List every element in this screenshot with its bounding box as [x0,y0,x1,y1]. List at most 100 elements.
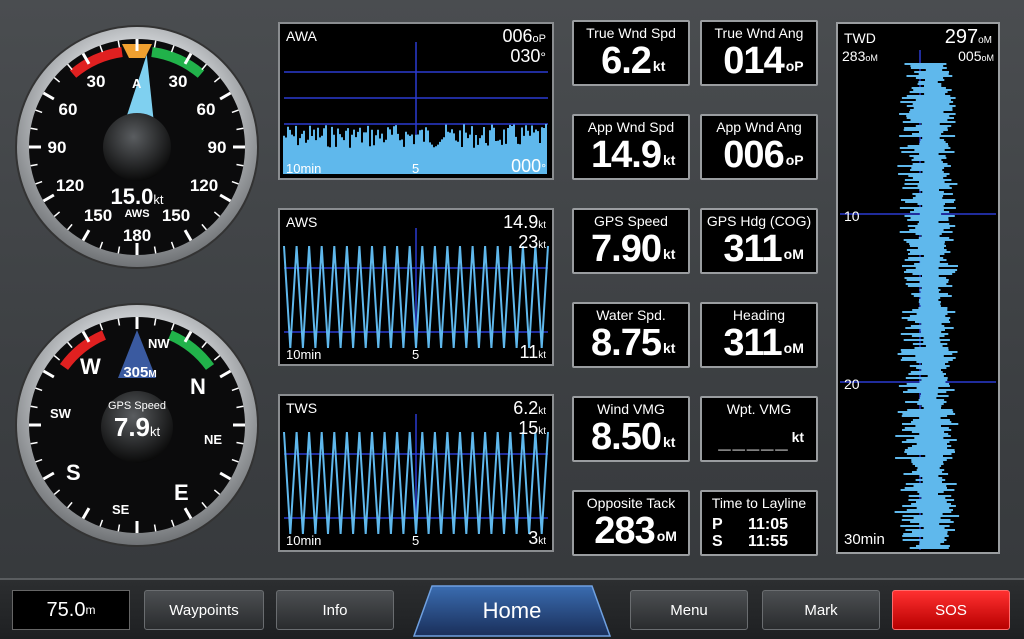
graph-min-number: 3 [528,528,539,548]
compass-south: S [66,460,81,485]
tile-unit: kt [662,340,676,356]
sos-button[interactable]: SOS [892,590,1010,630]
info-button[interactable]: Info [276,590,394,630]
graph-aws-plot [283,228,549,349]
compass-northwest: NW [148,336,170,351]
graph-aws[interactable]: AWS 14.9kt 23kt 10min 5 11kt [278,208,554,366]
tile-label: True Wnd Spd [586,25,676,41]
layline-starboard: S 11:55 [712,533,788,550]
tile-app-wind-speed[interactable]: App Wnd Spd 14.9 kt [572,114,690,180]
compass-gauge[interactable]: N E S W NE SE SW NW 305M GPS Speed 7.9kt [14,302,260,548]
twd-value: 297oM [945,26,992,49]
mark-button[interactable]: Mark [762,590,880,630]
wind-tick-left-120: 120 [55,176,85,195]
tile-value-number: 8.50 [591,416,662,458]
graph-value-current: 14.9kt [503,212,546,233]
graph-min-unit: kt [538,350,546,361]
compass-northeast: NE [204,432,223,447]
tile-value: 8.75 kt [574,322,688,365]
graph-title: AWS [286,214,318,230]
compass-west: W [80,354,101,379]
tile-label: Wpt. VMG [726,401,792,417]
tile-value: 006 oP [702,134,816,177]
wind-tick-right-90: 90 [207,138,227,157]
tile-gps-speed[interactable]: GPS Speed 7.90 kt [572,208,690,274]
twd-range-right: 005oM [958,48,994,64]
twd-left-unit: oM [865,53,878,63]
tile-waypoint-vmg[interactable]: Wpt. VMG _____ kt [700,396,818,462]
graph-range-number: 23 [518,232,539,252]
depth-unit: m [85,603,96,617]
tile-true-wind-speed[interactable]: True Wnd Spd 6.2 kt [572,20,690,86]
twd-range-left: 283oM [842,48,878,64]
tile-value-number: 6.2 [601,40,652,82]
tile-value-number: 283 [594,510,655,552]
twd-right-unit: oM [981,53,994,63]
tile-value-number: 7.90 [591,228,662,270]
wind-speed-readout: 15.0kt [92,184,182,210]
tile-value-number: 014 [723,40,784,82]
graph-value-unit: oP [532,33,546,45]
graph-time-mid: 5 [412,161,420,176]
tile-value: 7.90 kt [574,228,688,271]
compass-speed-readout: 7.9kt [97,412,177,443]
graph-min-unit: kt [538,536,546,547]
home-button[interactable]: Home [412,584,612,638]
depth-readout[interactable]: 75.0 m [12,590,130,630]
graph-range-unit: ° [540,49,546,65]
graph-min-number: 11 [519,342,539,362]
graph-awa[interactable]: AWA 006oP 030° 10min 5 000° [278,22,554,180]
twd-mark-10: 10 [844,208,860,224]
instrument-panel: 30 60 90 120 150 30 60 90 120 150 180 A … [0,0,1024,578]
compass-speed-label: GPS Speed [107,400,167,412]
home-button-label: Home [482,598,542,623]
graph-value-range: 23kt [518,232,546,253]
wind-tick-left-90: 90 [47,138,67,157]
graph-tws[interactable]: TWS 6.2kt 15kt 10min 5 3kt [278,394,554,552]
graph-value-unit: kt [538,406,546,417]
tile-unit: kt [662,434,676,450]
tile-heading[interactable]: Heading 311 oM [700,302,818,368]
waypoints-button[interactable]: Waypoints [144,590,264,630]
tile-water-speed[interactable]: Water Spd. 8.75 kt [572,302,690,368]
wind-tick-right-60: 60 [196,100,216,119]
compass-heading-readout: 305M [110,364,170,382]
graph-range-unit: kt [538,426,546,437]
tile-label: GPS Speed [594,213,668,229]
tile-unit: oP [785,152,804,168]
tile-app-wind-angle[interactable]: App Wnd Ang 006 oP [700,114,818,180]
graph-value-range: 15kt [518,418,546,439]
tile-value: 6.2 kt [574,40,688,83]
twd-right-number: 005 [958,48,982,64]
tile-value: 8.50 kt [574,416,688,459]
tile-value: _____ kt [702,428,816,454]
wind-gauge[interactable]: 30 60 90 120 150 30 60 90 120 150 180 A … [14,24,260,270]
tile-value-number: 311 [723,228,782,270]
tile-gps-heading[interactable]: GPS Hdg (COG) 311 oM [700,208,818,274]
twd-trace [894,63,960,549]
tile-time-to-layline[interactable]: Time to Layline P 11:05 S 11:55 [700,490,818,556]
compass-southwest: SW [50,406,71,421]
tile-value-number: 006 [723,134,784,176]
twd-time-span: 30min [844,531,885,548]
wind-tick-right-30: 30 [168,72,188,91]
tile-unit: kt [791,429,805,445]
twd-value-number: 297 [944,26,979,48]
tile-value: 014 oP [702,40,816,83]
tile-wind-vmg[interactable]: Wind VMG 8.50 kt [572,396,690,462]
tile-unit: oM [656,528,677,544]
twd-mark-20: 20 [844,376,860,392]
tile-true-wind-angle[interactable]: True Wnd Ang 014 oP [700,20,818,86]
depth-value: 75.0 [46,598,86,621]
twd-plot [840,50,996,550]
tile-label: Water Spd. [596,307,666,323]
tile-opposite-tack[interactable]: Opposite Tack 283 oM [572,490,690,556]
twd-graph[interactable]: TWD 297oM 283oM 005oM 10 20 30min [836,22,1000,554]
twd-value-unit: oM [978,35,992,46]
menu-button[interactable]: Menu [630,590,748,630]
tile-label: Heading [732,307,786,323]
graph-value-min: 000° [511,156,546,177]
layline-port-label: P [712,516,723,533]
graph-value-number: 6.2 [513,398,539,418]
tile-label: App Wnd Ang [716,119,802,135]
